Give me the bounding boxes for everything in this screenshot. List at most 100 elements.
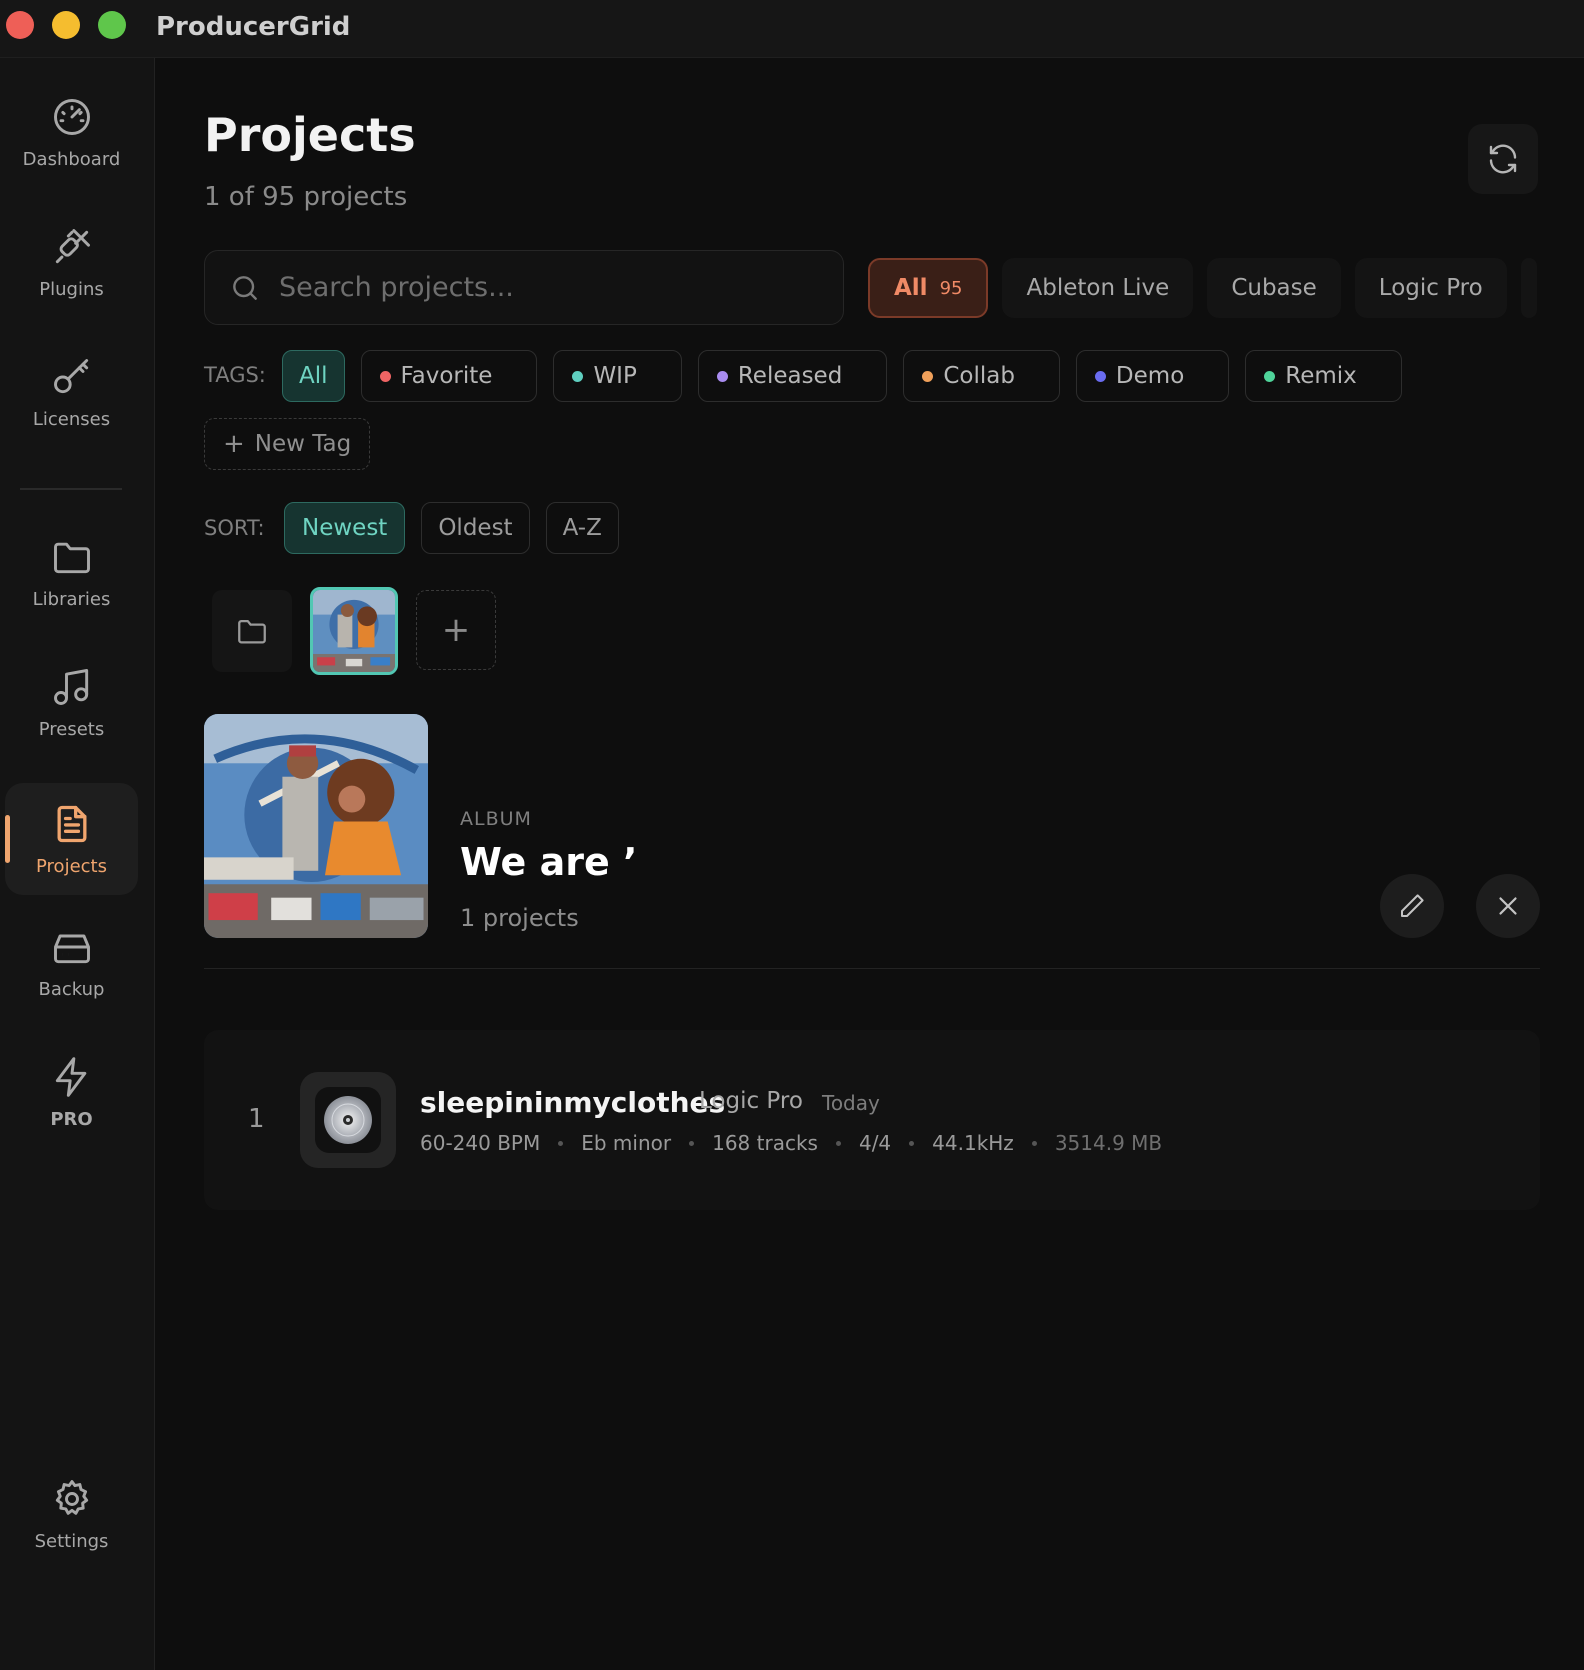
edit-album-button[interactable] [1380, 874, 1444, 938]
tag-label: Favorite [400, 363, 493, 389]
sidebar-item-libraries[interactable]: Libraries [5, 516, 138, 628]
project-tracks: 168 tracks [712, 1131, 818, 1155]
minimize-window-button[interactable] [52, 11, 80, 39]
sidebar-item-dashboard[interactable]: Dashboard [5, 76, 138, 188]
sidebar: Dashboard Plugins Licenses Libraries Pre… [0, 58, 155, 1670]
project-daw: Logic Pro [699, 1088, 803, 1114]
album-strip: + [212, 587, 496, 675]
daw-filter-label: All [894, 275, 928, 301]
daw-filter-logic[interactable]: Logic Pro [1354, 258, 1507, 318]
daw-filter-count: 95 [939, 277, 963, 299]
sort-a-z[interactable]: A-Z [545, 502, 619, 554]
sidebar-item-licenses[interactable]: Licenses [5, 336, 138, 448]
sidebar-item-label: Licenses [32, 408, 111, 430]
tags-label: TAGS: [204, 363, 266, 387]
sidebar-item-presets[interactable]: Presets [5, 646, 138, 758]
logic-pro-icon [315, 1087, 381, 1153]
daw-filter-cubase[interactable]: Cubase [1207, 258, 1341, 318]
maximize-window-button[interactable] [98, 11, 126, 39]
tag-color-dot [572, 370, 584, 382]
search-box [204, 250, 844, 325]
key-icon [53, 358, 88, 393]
album-divider [204, 968, 1540, 969]
app-title: ProducerGrid [156, 12, 351, 42]
sidebar-item-label: Projects [36, 855, 107, 877]
tag-all[interactable]: All [282, 350, 345, 402]
main-content: Projects 1 of 95 projects All 95 Ableton… [156, 58, 1584, 1670]
tag-wip[interactable]: WIP [553, 350, 682, 402]
meta-separator [909, 1140, 915, 1146]
sort-newest[interactable]: Newest [284, 502, 406, 554]
project-meta: 60-240 BPM Eb minor 168 tracks 4/4 44.1k… [420, 1131, 1162, 1155]
sidebar-item-projects[interactable]: Projects [5, 783, 138, 895]
refresh-button[interactable] [1468, 124, 1538, 194]
sidebar-item-label: Plugins [39, 278, 104, 300]
meta-separator [1031, 1140, 1037, 1146]
sort-label: SORT: [204, 516, 265, 540]
album-name: We are ’ [460, 840, 638, 884]
pencil-icon [1401, 894, 1424, 917]
project-sample-rate: 44.1kHz [932, 1131, 1014, 1155]
meta-separator [689, 1140, 695, 1146]
tag-label: Demo [1115, 363, 1185, 389]
sidebar-item-backup[interactable]: Backup [5, 906, 138, 1018]
tag-color-dot [1264, 370, 1276, 382]
hard-drive-icon [53, 934, 90, 963]
sidebar-item-label: Dashboard [22, 148, 121, 170]
album-cover [204, 714, 428, 938]
tag-collab[interactable]: Collab [903, 350, 1060, 402]
album-project-count: 1 projects [460, 904, 579, 932]
tag-label: WIP [593, 363, 637, 389]
plus-icon: + [223, 429, 245, 459]
disc-icon [324, 1096, 372, 1144]
search-input[interactable] [279, 272, 819, 303]
sidebar-item-pro[interactable]: PRO [5, 1036, 138, 1148]
project-index: 1 [248, 1104, 265, 1134]
project-bpm: 60-240 BPM [420, 1131, 541, 1155]
tag-label: Collab [943, 363, 1015, 389]
sidebar-item-label: Settings [34, 1530, 109, 1552]
project-daw-icon [300, 1072, 396, 1168]
tag-color-dot [379, 370, 391, 382]
project-name: sleepininmyclothes [420, 1086, 726, 1119]
tag-remix[interactable]: Remix [1245, 350, 1402, 402]
tag-label: Released [737, 363, 843, 389]
tag-released[interactable]: Released [697, 350, 888, 402]
album-thumbnail-selected[interactable] [310, 587, 398, 675]
close-icon [1499, 897, 1517, 915]
close-window-button[interactable] [6, 11, 34, 39]
title-bar: ProducerGrid [0, 0, 1584, 58]
tag-favorite[interactable]: Favorite [360, 350, 538, 402]
tag-color-dot [716, 370, 728, 382]
project-row[interactable]: 1 sleepininmyclothes Logic Pro Today 60-… [204, 1030, 1540, 1210]
all-projects-folder-button[interactable] [212, 590, 292, 672]
daw-filter-more[interactable] [1520, 258, 1537, 318]
project-date: Today [822, 1091, 880, 1115]
tag-color-dot [1094, 370, 1106, 382]
add-album-button[interactable]: + [416, 590, 496, 670]
document-icon [57, 805, 86, 842]
new-tag-button[interactable]: + New Tag [204, 418, 371, 470]
music-note-icon [53, 668, 88, 705]
daw-filter-ableton[interactable]: Ableton Live [1002, 258, 1194, 318]
album-art-image [313, 590, 395, 672]
album-header: ALBUM We are ’ 1 projects [204, 714, 1540, 986]
daw-filter-all[interactable]: All 95 [868, 258, 989, 318]
project-count: 1 of 95 projects [204, 182, 408, 212]
tag-color-dot [922, 370, 934, 382]
new-tag-label: New Tag [254, 431, 352, 457]
tag-filter-bar: All Favorite WIP Released Collab Demo Re… [282, 350, 1402, 402]
close-album-button[interactable] [1476, 874, 1540, 938]
sidebar-item-label: Presets [38, 718, 105, 740]
sort-oldest[interactable]: Oldest [421, 502, 530, 554]
sidebar-item-label: Backup [38, 978, 105, 1000]
sidebar-item-label: PRO [50, 1108, 93, 1130]
album-art-image [204, 714, 428, 938]
sidebar-item-settings[interactable]: Settings [5, 1458, 138, 1570]
meta-separator [558, 1140, 564, 1146]
app-window: ProducerGrid Dashboard Plugins Licenses … [0, 0, 1584, 1670]
sidebar-item-plugins[interactable]: Plugins [5, 206, 138, 318]
refresh-icon [1489, 144, 1517, 174]
project-key: Eb minor [581, 1131, 672, 1155]
tag-demo[interactable]: Demo [1075, 350, 1230, 402]
